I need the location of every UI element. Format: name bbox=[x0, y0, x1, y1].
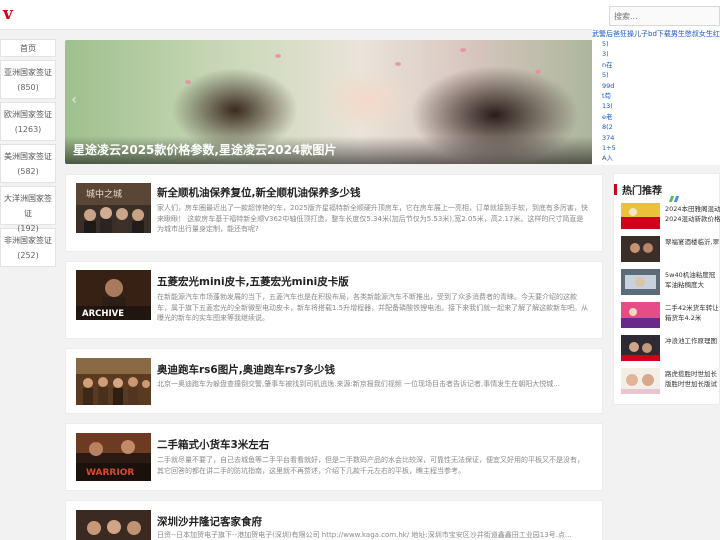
ticker-fragment[interactable]: 1+5 bbox=[602, 143, 616, 153]
article-thumbnail[interactable]: ARCHIVE bbox=[76, 270, 151, 320]
thumbnail-caption: ARCHIVE bbox=[82, 309, 124, 319]
petal-decoration bbox=[275, 54, 281, 58]
nav-home[interactable]: 首页 bbox=[0, 39, 56, 57]
article-title[interactable]: 奥迪跑车rs6图片,奥迪跑车rs7多少钱 bbox=[157, 362, 335, 377]
petal-decoration bbox=[185, 80, 191, 84]
article-excerpt: 北京一奥迪跑车为躲盘查撞倒交警,肇事车被找到司机逃逸.来源:新京报我们视频 一位… bbox=[157, 380, 560, 388]
nav-oceania-visa[interactable]: 大洋洲国家签证 (192) bbox=[0, 186, 56, 233]
nav-america-visa[interactable]: 美洲国家签证 (582) bbox=[0, 144, 56, 183]
thumbnail-image bbox=[76, 510, 151, 540]
ticker-fragment[interactable]: t苟 bbox=[602, 91, 616, 101]
article-thumbnail[interactable]: WARRIOR bbox=[76, 433, 151, 481]
hero-title[interactable]: 星途凌云2025款价格参数,星途凌云2024款图片 bbox=[73, 141, 336, 158]
thumbnail-caption: 城中之城 bbox=[86, 188, 122, 200]
ticker-fragment[interactable]: 5) bbox=[602, 39, 616, 49]
hot-item-thumbnail[interactable] bbox=[621, 203, 660, 229]
nav-africa-visa[interactable]: 非洲国家签证 (252) bbox=[0, 228, 56, 267]
hot-item-thumbnail[interactable] bbox=[621, 269, 660, 295]
article-thumbnail[interactable]: 城中之城 bbox=[76, 183, 151, 233]
ticker-fragment[interactable]: 99d bbox=[602, 81, 616, 91]
nav-count: (252) bbox=[17, 251, 39, 260]
article-excerpt: 二手就尽量不要了，自己去城鱼等二手平台看看就好，但是二手数码产品的水会比较深，可… bbox=[157, 456, 584, 475]
article-title[interactable]: 新全顺机油保养复位,新全顺机油保养多少钱 bbox=[157, 185, 361, 200]
hot-item-title[interactable]: 二手42米货车转让箱货车4.2米 bbox=[665, 303, 720, 323]
category-sidebar: 首页 亚洲国家签证 (850) 欧洲国家签证 (1263) 美洲国家签证 (58… bbox=[0, 39, 56, 270]
ticker-fragment[interactable]: 5) bbox=[602, 70, 616, 80]
thumbnail-image bbox=[621, 368, 660, 394]
ticker-fragment[interactable]: 13( bbox=[602, 101, 616, 111]
hot-item-thumbnail[interactable] bbox=[621, 236, 660, 262]
thumbnail-caption: WARRIOR bbox=[86, 468, 134, 478]
hot-item[interactable]: 冲浪池工作原理图 bbox=[621, 335, 720, 361]
search-input[interactable] bbox=[609, 6, 720, 26]
article-thumbnail[interactable] bbox=[76, 510, 151, 540]
hot-item-title[interactable]: 翠福宴酒楼临沂,翠 bbox=[665, 237, 720, 247]
thumbnail-image: WARRIOR bbox=[76, 433, 151, 481]
nav-count: (850) bbox=[17, 83, 39, 92]
ticker-fragment[interactable]: A入 bbox=[602, 153, 616, 163]
thumbnail-image bbox=[621, 203, 660, 229]
ticker-fragment[interactable]: n在 bbox=[602, 60, 616, 70]
article-card[interactable]: 奥迪跑车rs6图片,奥迪跑车rs7多少钱 北京一奥迪跑车为躲盘查撞倒交警,肇事车… bbox=[65, 348, 603, 414]
hero-banner[interactable]: ‹ 星途凌云2025款价格参数,星途凌云2024款图片 bbox=[65, 40, 603, 164]
top-bar: v bbox=[0, 0, 720, 30]
thumbnail-image: 城中之城 bbox=[76, 183, 151, 233]
ticker-fragment[interactable]: e老 bbox=[602, 112, 616, 122]
nav-label: 美洲国家签证 bbox=[4, 152, 52, 161]
hero-prev-arrow[interactable]: ‹ bbox=[69, 90, 79, 110]
article-card[interactable]: 城中之城 新全顺机油保养复位,新全顺机油保养多少钱 家人们，房车圈最近出了一款超… bbox=[65, 174, 603, 252]
ticker-fragment[interactable]: 8(2 bbox=[602, 122, 616, 132]
section-accent-bar bbox=[614, 184, 617, 195]
article-excerpt: 在新能源汽车市场蓬勃发展的当下，五菱汽车也是在积极布局，各类新能源汽车不断推出，… bbox=[157, 293, 589, 322]
thumbnail-image bbox=[621, 236, 660, 262]
hot-item-title[interactable]: 5w40机油粘度冠军油粘稠度大 bbox=[665, 270, 720, 290]
thumbnail-image bbox=[621, 302, 660, 328]
article-excerpt: 家人们，房车圈最近出了一款超惊艳的车，2025版齐星福特新全顺硬升顶房车，它在房… bbox=[157, 204, 588, 233]
article-title[interactable]: 深圳沙井隆记客家食府 bbox=[157, 514, 262, 529]
thumbnail-image bbox=[621, 269, 660, 295]
ticker-fragment[interactable]: 374 bbox=[602, 133, 616, 143]
hot-item-thumbnail[interactable] bbox=[621, 368, 660, 394]
hot-item-title[interactable]: 路虎揽胜时世加长版胜时世加长版试驾 bbox=[665, 369, 720, 390]
thumbnail-image: ARCHIVE bbox=[76, 270, 151, 320]
hot-item-thumbnail[interactable] bbox=[621, 302, 660, 328]
nav-count: (1263) bbox=[14, 125, 42, 134]
news-ticker: 武警后爸狂操儿子bd下载男生憋叔女生红桃九女 5) 3) n在 5) 99d t… bbox=[592, 29, 720, 165]
ticker-fragment[interactable]: 3) bbox=[602, 49, 616, 59]
article-card[interactable]: 深圳沙井隆记客家食府 日资--日本加贺电子旗下--港加贺电子(深圳)有限公司 h… bbox=[65, 500, 603, 540]
thumbnail-image bbox=[621, 335, 660, 361]
nav-label: 亚洲国家签证 bbox=[4, 68, 52, 77]
petal-decoration bbox=[395, 62, 401, 66]
hot-item[interactable]: 二手42米货车转让箱货车4.2米 bbox=[621, 302, 720, 328]
hot-recommend-title: 热门推荐 bbox=[622, 186, 662, 197]
nav-label: 大洋洲国家签证 bbox=[4, 194, 52, 218]
hot-recommend-panel: 热门推荐 2024本田雅阁混动2024混动新款价格 翠福宴酒楼临沂,翠 5w40… bbox=[613, 173, 720, 405]
site-logo[interactable]: v bbox=[3, 5, 19, 23]
article-title[interactable]: 二手箱式小货车3米左右 bbox=[157, 437, 269, 452]
nav-label: 非洲国家签证 bbox=[4, 236, 52, 245]
hot-item-title[interactable]: 冲浪池工作原理图 bbox=[665, 336, 720, 346]
article-card[interactable]: WARRIOR 二手箱式小货车3米左右 二手就尽量不要了，自己去城鱼等二手平台看… bbox=[65, 423, 603, 491]
nav-europe-visa[interactable]: 欧洲国家签证 (1263) bbox=[0, 102, 56, 141]
hot-item[interactable]: 2024本田雅阁混动2024混动新款价格 bbox=[621, 203, 720, 229]
article-card[interactable]: ARCHIVE 五菱宏光mini皮卡,五菱宏光mini皮卡版 在新能源汽车市场蓬… bbox=[65, 261, 603, 339]
petal-decoration bbox=[460, 48, 466, 52]
hot-decoration-icon bbox=[668, 187, 684, 202]
hot-item-thumbnail[interactable] bbox=[621, 335, 660, 361]
ticker-column: 5) 3) n在 5) 99d t苟 13( e老 8(2 374 1+5 A入 bbox=[602, 39, 616, 164]
hot-item[interactable]: 路虎揽胜时世加长版胜时世加长版试驾 bbox=[621, 368, 720, 394]
thumbnail-image bbox=[76, 358, 151, 405]
nav-label: 欧洲国家签证 bbox=[4, 110, 52, 119]
article-thumbnail[interactable] bbox=[76, 358, 151, 405]
hot-item[interactable]: 翠福宴酒楼临沂,翠 bbox=[621, 236, 720, 262]
nav-asia-visa[interactable]: 亚洲国家签证 (850) bbox=[0, 60, 56, 99]
hot-item-title[interactable]: 2024本田雅阁混动2024混动新款价格 bbox=[665, 204, 720, 224]
nav-count: (582) bbox=[17, 167, 39, 176]
hot-item[interactable]: 5w40机油粘度冠军油粘稠度大 bbox=[621, 269, 720, 295]
petal-decoration bbox=[535, 70, 541, 74]
article-excerpt: 日资--日本加贺电子旗下--港加贺电子(深圳)有限公司 http://www.k… bbox=[157, 531, 572, 539]
ticker-headline[interactable]: 武警后爸狂操儿子bd下载男生憋叔女生红桃九女 bbox=[592, 29, 720, 39]
article-title[interactable]: 五菱宏光mini皮卡,五菱宏光mini皮卡版 bbox=[157, 274, 349, 289]
